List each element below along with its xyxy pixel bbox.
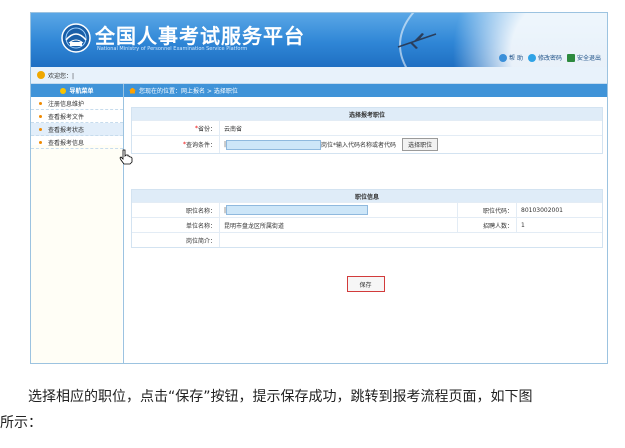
hand-cursor-icon	[119, 149, 133, 165]
app-title: 全国人事考试服务平台	[95, 24, 305, 48]
info-panel-title: 职位信息	[132, 190, 602, 202]
sidebar-item-exam-files[interactable]: 查看报考文件	[31, 110, 123, 123]
bullet-icon	[39, 140, 42, 144]
recruit-label: 招聘人数：	[458, 218, 517, 232]
query-suffix: 岗位	[321, 142, 334, 149]
home-icon	[129, 87, 136, 94]
menu-icon	[60, 87, 67, 94]
main-content: 您现在的位置：网上报名 > 选择职位 选择报考职位 * 省份： 云南省 * 查询…	[124, 84, 607, 363]
query-label: * 查询条件：	[132, 136, 220, 153]
bullet-icon	[39, 127, 42, 131]
query-row: * 查询条件： | 岗位 *输入代码名称或者代码 选择职位	[132, 135, 602, 153]
change-password-link[interactable]: 修改密码	[527, 53, 562, 62]
header-banner: 全国人事考试服务平台 National Ministry of Personne…	[31, 13, 607, 67]
query-hint: *输入代码名称或者代码	[333, 142, 397, 149]
position-name-row: 职位名称： | 职位代码： 80103002001	[132, 202, 602, 217]
app-window: 全国人事考试服务平台 National Ministry of Personne…	[30, 12, 608, 364]
province-value: 云南省	[224, 125, 243, 133]
position-info-panel: 职位信息 职位名称： | 职位代码： 80103002001 单位名称： 昆明市…	[131, 189, 603, 248]
sidebar-item-label: 查看报考状态	[48, 126, 85, 134]
sidebar-item-label: 查看报考信息	[48, 139, 85, 147]
save-area: 保存	[124, 276, 607, 292]
welcome-text: 欢迎您：|	[48, 72, 75, 80]
user-icon	[37, 71, 45, 79]
intro-value	[220, 233, 224, 247]
breadcrumb: 您现在的位置：网上报名 > 选择职位	[124, 84, 607, 97]
breadcrumb-text: 您现在的位置：网上报名 > 选择职位	[139, 88, 238, 95]
sidebar-item-label: 查看报考文件	[48, 113, 85, 121]
sidebar: 导航菜单 注册信息维护 查看报考文件 查看报考状态 查看报考信息	[31, 84, 124, 363]
save-button[interactable]: 保存	[346, 276, 385, 292]
bullet-icon	[39, 114, 42, 118]
app-subtitle: National Ministry of Personnel Examinati…	[97, 46, 248, 52]
select-panel-title: 选择报考职位	[132, 108, 602, 120]
intro-row: 岗位简介：	[132, 232, 602, 247]
top-links: 帮 助 修改密码 安全退出	[499, 53, 601, 62]
help-link-label: 帮 助	[509, 55, 523, 62]
position-code-label: 职位代码：	[458, 203, 517, 217]
caption: 选择相应的职位，点击“保存”按钮，提示保存成功，跳转到报考流程页面，如下图 所示…	[0, 384, 625, 436]
caption-line-1: 选择相应的职位，点击“保存”按钮，提示保存成功，跳转到报考流程页面，如下图	[28, 389, 533, 405]
sidebar-item-exam-info[interactable]: 查看报考信息	[31, 136, 123, 149]
unit-name-value: 昆明市盘龙区所属街道	[220, 218, 458, 232]
sidebar-item-exam-status[interactable]: 查看报考状态	[31, 123, 123, 136]
sidebar-header: 导航菜单	[31, 84, 123, 97]
position-code-value: 80103002001	[521, 206, 563, 214]
query-field-group: | 岗位 *输入代码名称或者代码 选择职位	[220, 136, 439, 153]
exit-icon	[566, 53, 575, 62]
unit-name-row: 单位名称： 昆明市盘龙区所属街道 招聘人数： 1	[132, 217, 602, 232]
change-password-label: 修改密码	[537, 55, 562, 62]
sidebar-item-registration-info[interactable]: 注册信息维护	[31, 97, 123, 110]
logout-link[interactable]: 安全退出	[566, 53, 601, 62]
unit-name-label: 单位名称：	[132, 218, 220, 232]
intro-label: 岗位简介：	[132, 233, 220, 247]
logo-icon	[61, 23, 91, 53]
select-position-panel: 选择报考职位 * 省份： 云南省 * 查询条件： | 岗位 *输入代码名称或者代…	[131, 107, 603, 154]
select-position-button[interactable]: 选择职位	[402, 138, 439, 151]
logout-label: 安全退出	[576, 55, 601, 62]
welcome-bar: 欢迎您：|	[31, 67, 607, 84]
sidebar-background	[31, 145, 122, 363]
sidebar-title: 导航菜单	[69, 88, 94, 95]
help-icon	[499, 53, 508, 62]
province-label: * 省份：	[132, 121, 220, 135]
caption-line-2: 所示：	[0, 415, 42, 431]
position-name-value: |	[220, 203, 458, 217]
query-input[interactable]	[226, 139, 322, 150]
position-name-label: 职位名称：	[132, 203, 220, 217]
recruit-value: 1	[521, 221, 525, 229]
key-icon	[527, 53, 536, 62]
sidebar-item-label: 注册信息维护	[48, 100, 85, 108]
plane-icon	[397, 33, 437, 49]
help-link[interactable]: 帮 助	[499, 53, 523, 62]
province-row: * 省份： 云南省	[132, 120, 602, 135]
position-name-field	[226, 205, 369, 215]
bullet-icon	[39, 101, 42, 105]
